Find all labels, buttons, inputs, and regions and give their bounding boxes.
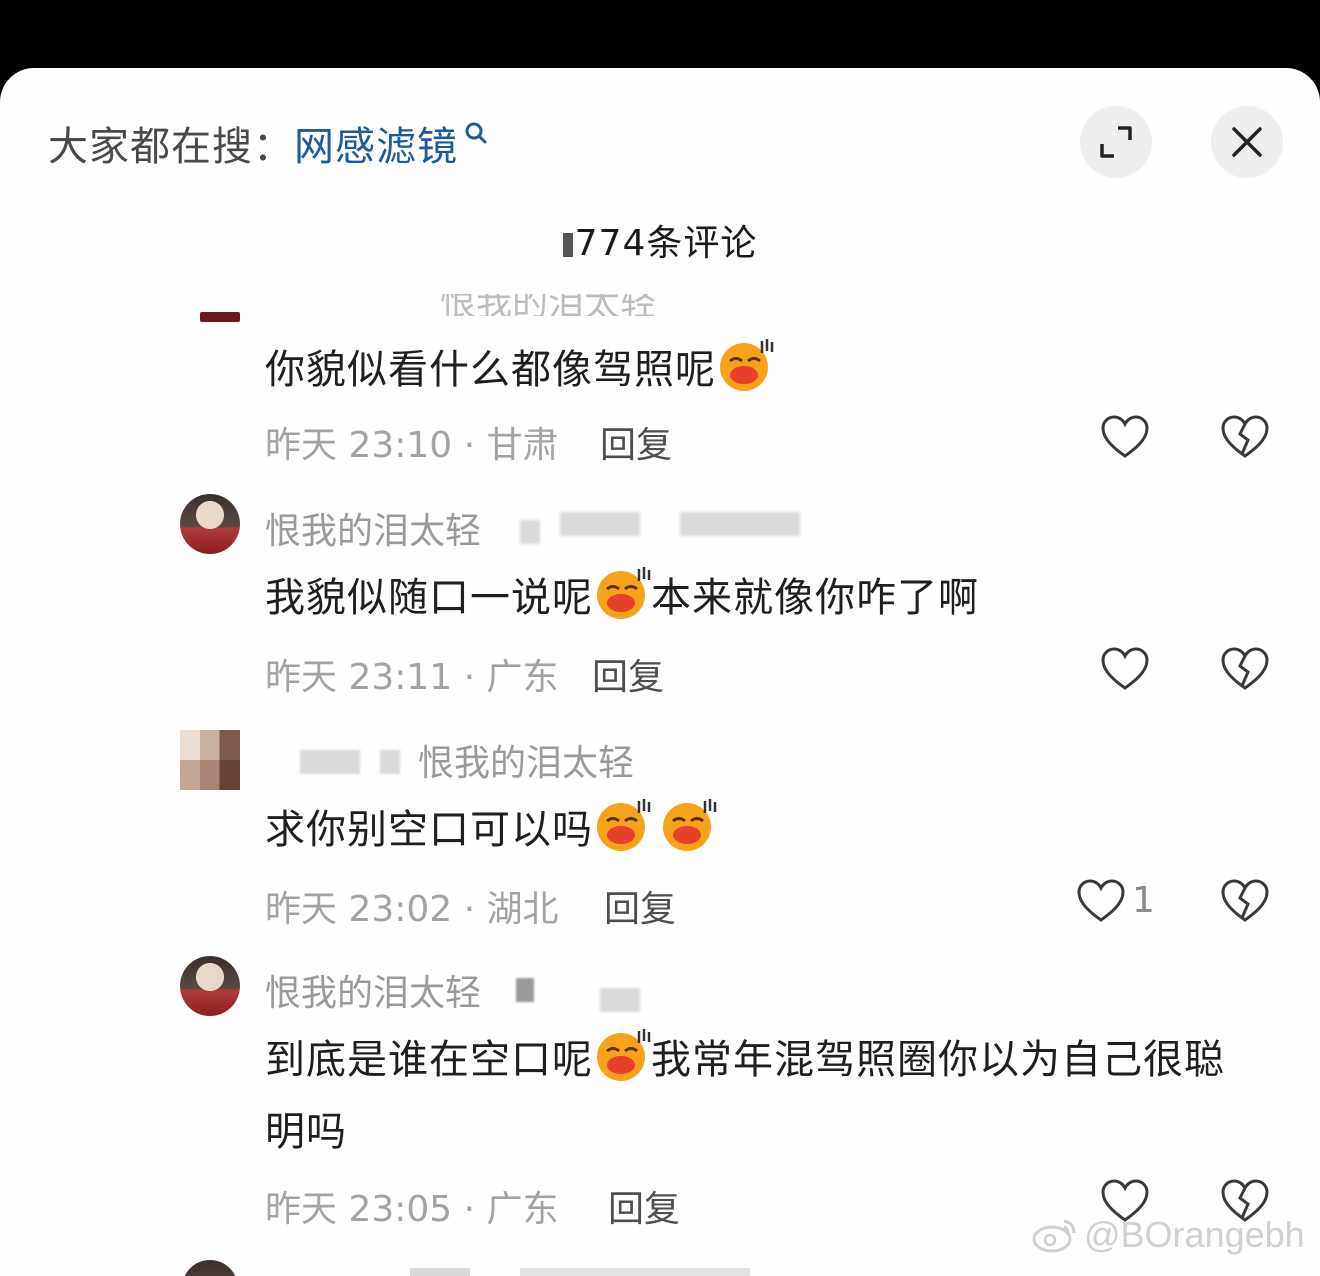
like-count: 1 <box>1132 880 1155 921</box>
smirk-emoji-icon <box>597 799 651 851</box>
weibo-logo-icon <box>1032 1219 1076 1253</box>
play-icon <box>516 978 534 1002</box>
blurred-digit <box>562 233 573 257</box>
smirk-emoji-icon <box>720 339 774 391</box>
blurred-text <box>520 520 540 544</box>
comment-meta: 昨天 23:11 · 广东 <box>265 657 559 698</box>
smirk-emoji-icon <box>597 567 651 619</box>
watermark: @BOrangebh <box>1030 1214 1305 1256</box>
search-suggestion[interactable]: 大家都在搜： 网感滤镜 <box>48 118 490 170</box>
comment-meta: 昨天 23:10 · 甘肃 <box>265 425 559 466</box>
blurred-text <box>520 1268 750 1276</box>
reply-button[interactable]: 回复 <box>608 1180 680 1232</box>
heart-icon[interactable] <box>1100 646 1150 692</box>
comment-text: 你貌似看什么都像驾照呢 <box>265 334 1260 406</box>
comment-username[interactable]: 恨我的泪太轻 <box>418 734 634 786</box>
blurred-text <box>410 1268 470 1276</box>
status-bar-area <box>0 0 1320 70</box>
comment-text: 我貌似随口一说呢 本来就像你咋了啊 <box>265 562 1260 634</box>
comment-meta: 昨天 23:05 · 广东 <box>265 1189 559 1230</box>
blurred-text <box>600 988 640 1012</box>
smirk-emoji-icon <box>597 1029 651 1081</box>
avatar-cut-remnant <box>200 312 240 322</box>
comment-text: 到底是谁在空口呢 我常年混驾照圈你以为自己很聪明吗 <box>265 1024 1262 1168</box>
comment-meta: 昨天 23:02 · 湖北 <box>265 889 559 930</box>
blurred-text <box>300 750 360 774</box>
search-suggestion-prefix: 大家都在搜： <box>48 124 294 170</box>
reply-button[interactable]: 回复 <box>592 648 664 700</box>
reply-button[interactable]: 回复 <box>600 416 672 468</box>
avatar[interactable] <box>180 956 240 1016</box>
heart-icon[interactable] <box>1076 878 1126 924</box>
expand-button[interactable] <box>1080 106 1152 178</box>
avatar[interactable] <box>180 494 240 554</box>
next-comment-avatar-cut <box>182 1260 238 1276</box>
comment-text: 求你别空口可以吗 <box>265 794 1260 866</box>
search-icon <box>465 122 487 144</box>
heart-icon[interactable] <box>1100 414 1150 460</box>
blurred-text <box>560 512 640 536</box>
broken-heart-icon[interactable] <box>1220 414 1270 460</box>
username-cut-remnant: 恨我的泪太轻 <box>440 294 657 316</box>
expand-icon <box>1100 126 1132 158</box>
smirk-emoji-icon <box>663 799 717 851</box>
close-icon <box>1232 127 1262 157</box>
reply-button[interactable]: 回复 <box>604 880 676 932</box>
comment-username[interactable]: 恨我的泪太轻 <box>265 502 481 554</box>
comments-sheet: 大家都在搜： 网感滤镜 774条评论 恨我的泪太轻 你貌似看什么都像驾照呢 昨天… <box>0 68 1320 1276</box>
comment-count-title: 774条评论 <box>0 214 1320 266</box>
blurred-text <box>680 512 800 536</box>
search-suggestion-keyword[interactable]: 网感滤镜 <box>294 114 458 172</box>
avatar[interactable] <box>180 730 240 790</box>
blurred-text <box>380 750 400 774</box>
close-button[interactable] <box>1211 106 1283 178</box>
comment-username[interactable]: 恨我的泪太轻 <box>265 964 481 1016</box>
broken-heart-icon[interactable] <box>1220 878 1270 924</box>
broken-heart-icon[interactable] <box>1220 646 1270 692</box>
